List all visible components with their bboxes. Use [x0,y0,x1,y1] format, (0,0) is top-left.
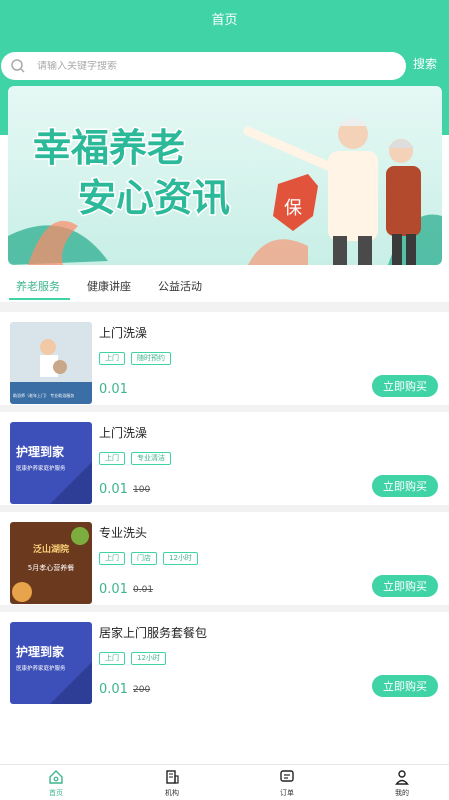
tabbar-label: 订单 [280,789,294,797]
thumb-subtitle: 医康护养家庭护服务 [16,664,66,672]
tabbar-item-mine[interactable]: 我的 [377,769,427,798]
service-price: 0.01 [99,682,128,697]
service-name: 上门洗澡 [99,426,148,440]
thumb-title: 护理到家 [16,644,65,659]
service-tag: 12小时 [131,652,166,665]
tab-elderly-service[interactable]: 养老服务 [16,278,60,294]
search-input[interactable] [37,60,397,72]
order-icon [280,770,294,782]
banner-headline-1: 幸福养老 [33,126,185,170]
service-name: 居家上门服务套餐包 [99,626,208,640]
list-item[interactable]: 护理到家 医康护养家庭护服务 居家上门服务套餐包 上门 12小时 0.01 20… [5,612,445,704]
thumb-caption: 助浴师（老年上门） 专业助浴服务 [13,392,74,398]
tabbar-item-institution[interactable]: 机构 [147,769,197,798]
service-tag: 专业清洁 [131,452,171,465]
tab-underline [9,298,70,300]
original-price: 100 [133,485,151,495]
service-tag: 上门 [99,452,125,465]
tabbar-label: 机构 [165,789,179,797]
banner-badge: 保 [284,198,302,219]
tabbar-label: 首页 [49,789,63,797]
bottom-tab-bar: 首页 机构 订单 我的 [0,764,449,800]
service-tag: 12小时 [163,552,198,565]
user-icon [395,770,409,785]
page-title: 首页 [211,13,238,28]
list-divider [0,605,449,612]
service-tag: 上门 [99,652,125,665]
service-tag: 随时预约 [131,352,171,365]
search-box[interactable] [1,52,406,80]
tab-charity[interactable]: 公益活动 [158,278,202,294]
promo-banner[interactable]: 保 幸福养老 安心资讯 [8,86,442,265]
service-thumbnail: 泛山湖院 5月孝心营养餐 [10,522,92,604]
thumb-subtitle: 泛山湖院 [33,543,69,555]
service-name: 上门洗澡 [99,326,148,340]
building-icon [166,770,179,784]
service-thumbnail: 助浴师（老年上门） 专业助浴服务 [10,322,92,404]
banner-headline-2: 安心资讯 [78,176,230,220]
service-tag: 门店 [131,552,157,565]
service-price: 0.01 [99,382,128,397]
list-item[interactable]: 助浴师（老年上门） 专业助浴服务 上门洗澡 上门 随时预约 0.01 立即购买 [5,312,445,404]
search-icon [11,59,25,73]
category-tabs: 养老服务 健康讲座 公益活动 [0,268,449,304]
tabbar-label: 我的 [395,789,409,797]
search-button[interactable]: 搜索 [413,55,437,72]
thumb-subtitle: 医康护养家庭护服务 [16,464,66,472]
banner-illustration: 保 幸福养老 安心资讯 [8,86,442,265]
service-thumbnail: 护理到家 医康护养家庭护服务 [10,422,92,504]
list-divider [0,505,449,512]
service-price: 0.01 [99,582,128,597]
thumb-title: 5月孝心营养餐 [28,563,74,572]
service-thumbnail: 护理到家 医康护养家庭护服务 [10,622,92,704]
original-price: 200 [133,685,151,695]
section-separator [0,302,449,312]
service-tag: 上门 [99,352,125,365]
service-name: 专业洗头 [99,526,148,540]
original-price: 0.01 [133,585,154,595]
buy-now-button[interactable]: 立即购买 [372,375,438,397]
tabbar-item-orders[interactable]: 订单 [262,769,312,798]
tabbar-item-home[interactable]: 首页 [31,769,81,798]
list-item[interactable]: 护理到家 医康护养家庭护服务 上门洗澡 上门 专业清洁 0.01 100 立即购… [5,412,445,504]
list-item[interactable]: 泛山湖院 5月孝心营养餐 专业洗头 上门 门店 12小时 0.01 0.01 立… [5,512,445,604]
service-tag: 上门 [99,552,125,565]
home-icon [49,770,63,784]
list-divider [0,405,449,412]
service-price: 0.01 [99,482,128,497]
tab-health-lecture[interactable]: 健康讲座 [87,278,131,294]
buy-now-button[interactable]: 立即购买 [372,675,438,697]
buy-now-button[interactable]: 立即购买 [372,475,438,497]
thumb-title: 护理到家 [16,444,65,459]
buy-now-button[interactable]: 立即购买 [372,575,438,597]
